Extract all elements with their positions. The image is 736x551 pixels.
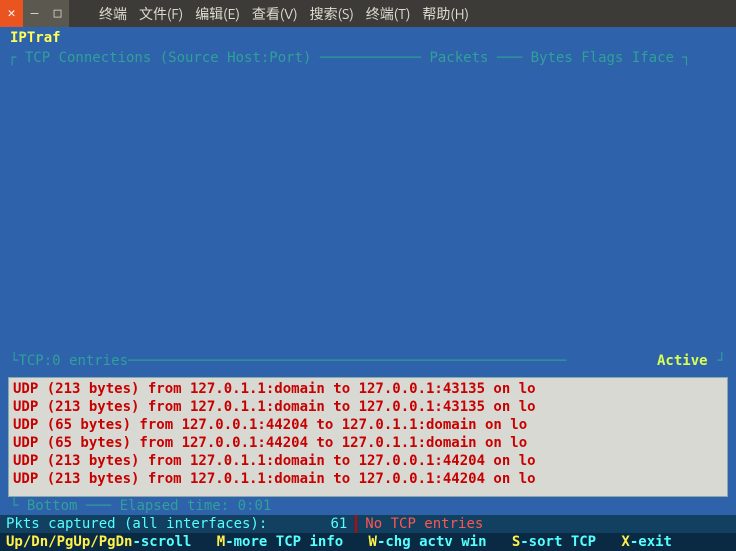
udp-log-box[interactable]: UDP (213 bytes) from 127.0.1.1:domain to… xyxy=(8,377,728,497)
col-iface: Iface xyxy=(632,50,674,66)
frame-dash: ─── xyxy=(77,498,119,514)
tcp-footer-label: TCP: xyxy=(18,352,52,370)
bottom-label: Bottom xyxy=(27,498,78,514)
help-key-scroll: Up/Dn/PgUp/PgDn xyxy=(6,534,132,550)
help-key-sort: S xyxy=(512,534,520,550)
terminal-area[interactable]: IPTraf ┌ TCP Connections (Source Host:Po… xyxy=(0,27,736,519)
col-packets: Packets xyxy=(429,50,488,66)
tcp-header-row: ┌ TCP Connections (Source Host:Port) ───… xyxy=(4,49,732,67)
frame-corner: └ xyxy=(10,498,27,514)
help-desc-more: -more TCP info xyxy=(225,534,343,550)
udp-line: UDP (65 bytes) from 127.0.0.1:44204 to 1… xyxy=(13,434,723,452)
frame-corner: └ xyxy=(10,352,18,370)
tcp-footer-row: └ TCP: 0 entries ───────────────────────… xyxy=(4,352,732,370)
col-bytes: Bytes xyxy=(531,50,573,66)
col-flags: Flags xyxy=(581,50,623,66)
menu-terminal[interactable]: 终端(T) xyxy=(360,4,417,24)
frame-dash: ──────────── xyxy=(311,50,429,66)
help-desc-chg: -chg actv win xyxy=(377,534,487,550)
help-desc-sort: -sort TCP xyxy=(520,534,596,550)
elapsed-label: Elapsed time: xyxy=(120,498,230,514)
menu-view[interactable]: 查看(V) xyxy=(246,4,304,24)
frame-dash: ────────────────────────────────────────… xyxy=(128,352,657,370)
tcp-header-label: TCP Connections (Source Host:Port) xyxy=(25,50,312,66)
menu-help[interactable]: 帮助(H) xyxy=(416,4,475,24)
window-close-button[interactable]: ✕ xyxy=(0,0,23,27)
udp-line: UDP (213 bytes) from 127.0.1.1:domain to… xyxy=(13,398,723,416)
pkts-captured-label: Pkts captured (all interfaces): xyxy=(6,515,267,533)
help-desc-scroll: -scroll xyxy=(132,534,191,550)
window-minimize-button[interactable]: – xyxy=(23,0,46,27)
menu-search[interactable]: 搜索(S) xyxy=(304,4,360,24)
help-key-exit: X xyxy=(621,534,629,550)
window-controls: ✕ – □ xyxy=(0,0,69,27)
menu-terminal-app[interactable]: 终端 xyxy=(93,4,133,24)
active-indicator: Active xyxy=(657,352,708,370)
elapsed-value: 0:01 xyxy=(238,498,272,514)
udp-line: UDP (213 bytes) from 127.0.1.1:domain to… xyxy=(13,380,723,398)
help-key-chg: W xyxy=(369,534,377,550)
help-row: Up/Dn/PgUp/PgDn-scroll M-more TCP info W… xyxy=(0,533,736,551)
udp-line: UDP (213 bytes) from 127.0.1.1:domain to… xyxy=(13,452,723,470)
udp-line: UDP (213 bytes) from 127.0.1.1:domain to… xyxy=(13,470,723,488)
help-key-more: M xyxy=(217,534,225,550)
menu-edit[interactable]: 编辑(E) xyxy=(189,4,246,24)
pkts-captured-value: 61 xyxy=(267,515,347,533)
tcp-entries-count: 0 entries xyxy=(52,352,128,370)
menu-file[interactable]: 文件(F) xyxy=(133,4,189,24)
app-title: IPTraf xyxy=(0,29,61,47)
menubar: 终端 文件(F) 编辑(E) 查看(V) 搜索(S) 终端(T) 帮助(H) xyxy=(93,4,475,24)
frame-corner: ┘ xyxy=(718,352,726,370)
udp-line: UDP (65 bytes) from 127.0.0.1:44204 to 1… xyxy=(13,416,723,434)
status-separator xyxy=(355,515,357,533)
status-row: Pkts captured (all interfaces): 61 No TC… xyxy=(0,515,736,533)
window-maximize-button[interactable]: □ xyxy=(46,0,69,27)
frame-corner: ┌ xyxy=(8,50,25,66)
frame-corner: ┐ xyxy=(674,50,691,66)
help-desc-exit: -exit xyxy=(630,534,672,550)
frame-dash: ─── xyxy=(488,50,530,66)
no-tcp-entries: No TCP entries xyxy=(365,515,483,533)
window-titlebar: ✕ – □ 终端 文件(F) 编辑(E) 查看(V) 搜索(S) 终端(T) 帮… xyxy=(0,0,736,27)
